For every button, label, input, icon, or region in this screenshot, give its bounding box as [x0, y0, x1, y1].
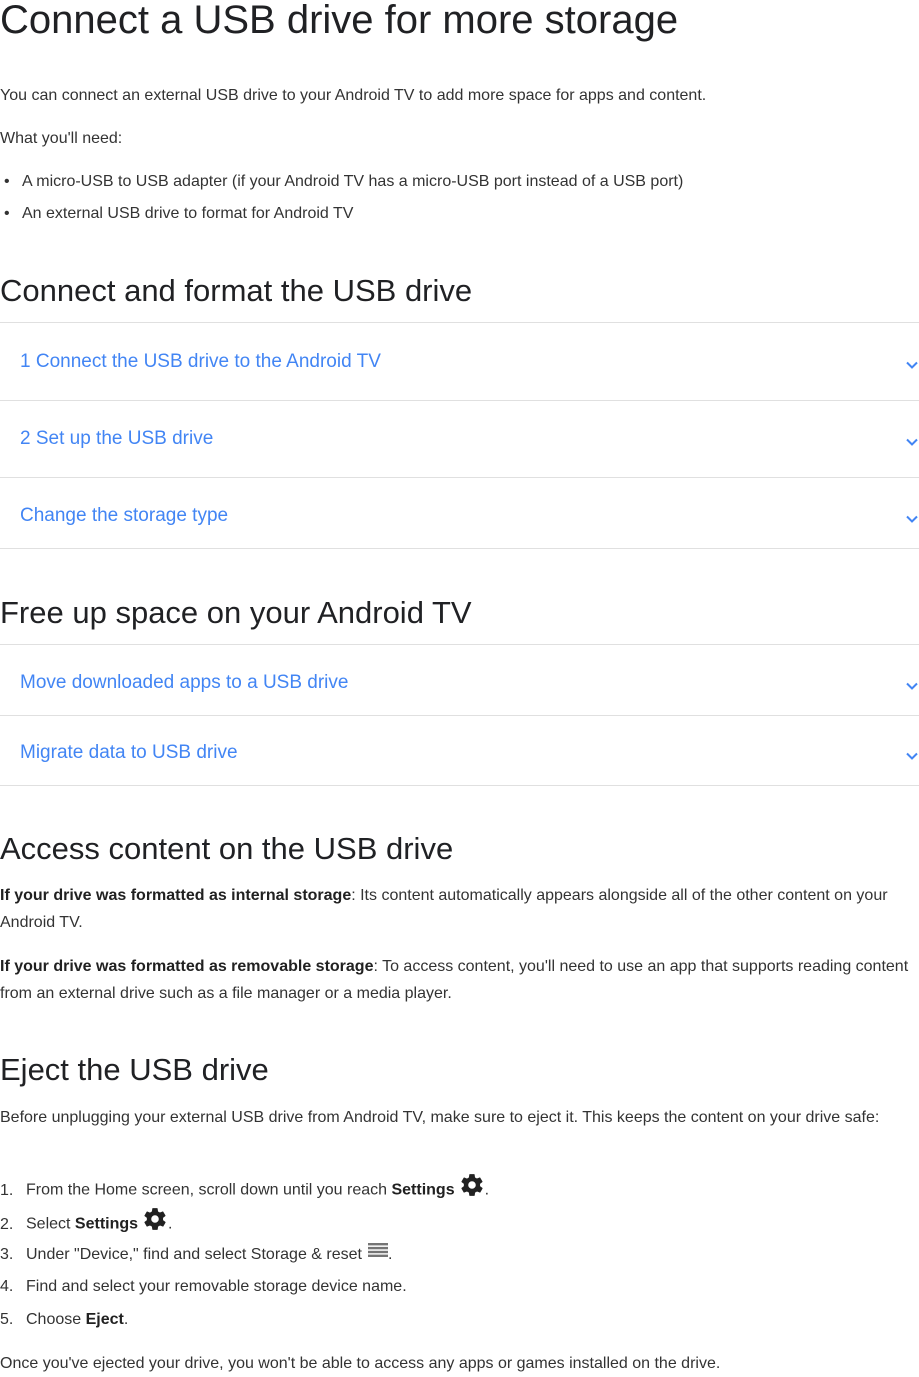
need-item: • An external USB drive to format for And…: [4, 205, 354, 222]
chevron-down-icon: [905, 358, 919, 372]
eject-step: 1. From the Home screen, scroll down unti…: [0, 1174, 489, 1205]
accordion-label: Move downloaded apps to a USB drive: [20, 672, 349, 693]
chevron-down-icon: [905, 749, 919, 763]
access-internal-text: If your drive was formatted as internal …: [0, 882, 919, 936]
eject-step: 2. Select Settings.: [0, 1208, 173, 1239]
storage-menu-icon: [367, 1242, 388, 1264]
accordion-move-apps[interactable]: Move downloaded apps to a USB drive: [0, 644, 919, 715]
access-internal-bold: If your drive was formatted as internal …: [0, 887, 352, 904]
need-item: • A micro-USB to USB adapter (if your And…: [4, 173, 684, 190]
chevron-down-icon: [905, 679, 919, 693]
accordion-label: Migrate data to USB drive: [20, 742, 238, 763]
chevron-down-icon: [905, 435, 919, 449]
eject-outro: Once you've ejected your drive, you won'…: [0, 1355, 721, 1372]
accordion-label: 2 Set up the USB drive: [20, 428, 214, 449]
accordion-set-up-usb[interactable]: 2 Set up the USB drive: [0, 400, 919, 477]
intro-text: You can connect an external USB drive to…: [0, 87, 707, 104]
eject-step: 4. Find and select your removable storage…: [0, 1278, 407, 1295]
accordion-connect-usb[interactable]: 1 Connect the USB drive to the Android T…: [0, 322, 919, 400]
need-label: What you'll need:: [0, 130, 123, 147]
access-removable-bold: If your drive was formatted as removable…: [0, 958, 374, 975]
page-title: Connect a USB drive for more storage: [0, 0, 679, 42]
section-heading-access: Access content on the USB drive: [0, 831, 454, 866]
eject-step: 5. Choose Eject.: [0, 1311, 129, 1328]
section-heading-connect: Connect and format the USB drive: [0, 273, 473, 308]
section-heading-eject: Eject the USB drive: [0, 1052, 269, 1087]
eject-step: 3. Under "Device," find and select Storag…: [0, 1242, 392, 1266]
eject-intro: Before unplugging your external USB driv…: [0, 1109, 880, 1126]
access-removable-text: If your drive was formatted as removable…: [0, 953, 919, 1007]
gear-icon: [459, 1172, 485, 1205]
chevron-down-icon: [905, 512, 919, 526]
accordion-label: 1 Connect the USB drive to the Android T…: [20, 351, 381, 372]
accordion-change-storage-type[interactable]: Change the storage type: [0, 477, 919, 549]
accordion-migrate-data[interactable]: Migrate data to USB drive: [0, 715, 919, 786]
section-heading-free-up: Free up space on your Android TV: [0, 595, 472, 630]
gear-icon: [142, 1206, 168, 1239]
accordion-label: Change the storage type: [20, 505, 229, 526]
